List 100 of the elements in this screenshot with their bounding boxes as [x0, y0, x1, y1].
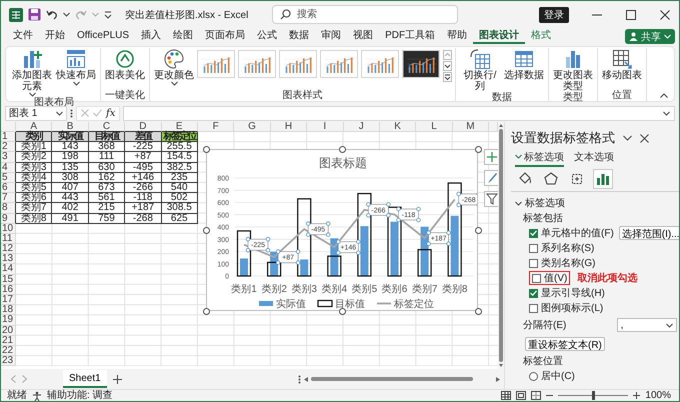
sign-in-button[interactable]: 登录 — [539, 6, 569, 22]
save-icon[interactable] — [28, 8, 41, 21]
row-header[interactable]: 12 — [1, 244, 16, 254]
ribbon-button[interactable]: 切换行/列 — [459, 48, 501, 92]
icon-tab[interactable] — [593, 168, 613, 188]
collapse-icon[interactable] — [660, 93, 668, 98]
pane-tab[interactable]: 标签选项 — [515, 150, 564, 166]
row-header[interactable]: 10 — [1, 224, 16, 234]
sheet-tab[interactable]: Sheet1 — [63, 370, 107, 388]
menu-tab[interactable]: OfficePLUS — [71, 29, 136, 44]
menu-tab[interactable]: 帮助 — [441, 29, 474, 44]
row-header[interactable]: 6 — [1, 182, 16, 194]
insert-function-button[interactable]: fx — [106, 108, 116, 118]
ribbon-button[interactable]: 更改图表类型 — [552, 48, 594, 92]
row-header[interactable]: 19 — [1, 315, 16, 326]
column-header[interactable]: G — [234, 122, 271, 132]
radio-button[interactable] — [529, 372, 538, 380]
zoom-out-icon[interactable] — [546, 392, 554, 399]
row-header[interactable]: 14 — [1, 264, 16, 275]
column-header[interactable]: K — [380, 122, 416, 132]
pane-tab[interactable]: 文本选项 — [574, 150, 614, 166]
chart-styles-button[interactable] — [484, 170, 498, 186]
row-header[interactable]: 16 — [1, 284, 16, 295]
row-header[interactable]: 11 — [1, 234, 16, 244]
column-header[interactable]: J — [344, 122, 380, 132]
checkbox[interactable] — [529, 244, 538, 252]
zoom-level[interactable]: 100% — [645, 390, 671, 401]
menu-tab[interactable]: 文件 — [7, 29, 39, 44]
row-header[interactable]: 18 — [1, 305, 16, 316]
customize-icon[interactable] — [104, 10, 112, 18]
chart-style-thumbnail[interactable] — [238, 50, 276, 78]
maximize-icon[interactable] — [626, 10, 636, 20]
row-header[interactable]: 21 — [1, 336, 16, 346]
checkbox[interactable] — [529, 228, 538, 238]
chart-elements-button[interactable] — [484, 149, 498, 165]
ribbon-button[interactable]: 添加图表元素 — [11, 48, 53, 97]
select-range-button[interactable]: 选择范围(I)... — [618, 226, 679, 240]
undo-icon[interactable] — [46, 8, 58, 20]
row-header[interactable]: 5 — [1, 172, 16, 183]
ribbon-button[interactable]: 更改颜色 — [153, 48, 195, 86]
menu-tab[interactable]: 数据 — [283, 29, 316, 44]
page-break-icon[interactable] — [531, 391, 542, 400]
row-header[interactable]: 9 — [1, 214, 16, 224]
checkbox[interactable] — [532, 274, 541, 282]
share-button[interactable]: 共享 — [625, 29, 675, 44]
row-header[interactable]: 23 — [1, 356, 16, 366]
reset-label-text-button[interactable]: 重设标签文本(R) — [525, 337, 605, 351]
column-header[interactable]: E — [162, 122, 198, 132]
zoom-in-icon[interactable] — [633, 392, 640, 399]
name-box[interactable]: 图表 1 — [5, 106, 67, 120]
row-header[interactable]: 13 — [1, 254, 16, 264]
chart-style-thumbnail[interactable] — [361, 50, 399, 78]
menu-tab[interactable]: 绘图 — [167, 29, 200, 44]
add-sheet-icon[interactable] — [112, 374, 122, 384]
column-header[interactable]: F — [198, 122, 234, 132]
scroll-right-icon[interactable] — [496, 376, 500, 382]
close-icon[interactable] — [640, 134, 649, 142]
menu-tab[interactable]: 开始 — [39, 29, 71, 44]
scroll-down-icon[interactable] — [499, 364, 503, 367]
scroll-up-icon[interactable] — [499, 124, 503, 127]
chart-style-thumbnail[interactable] — [197, 50, 235, 78]
scroll-left-icon[interactable] — [304, 376, 308, 382]
zoom-slider[interactable] — [558, 394, 628, 398]
row-header[interactable]: 4 — [1, 162, 16, 173]
ribbon-button[interactable]: 选择数据 — [503, 48, 545, 81]
column-header[interactable]: L — [416, 122, 453, 132]
chart-style-thumbnail[interactable] — [279, 50, 317, 78]
section-title[interactable]: 标签选项 — [525, 196, 565, 210]
checkbox[interactable] — [529, 288, 538, 298]
caret-icon[interactable] — [515, 200, 522, 206]
menu-tab[interactable]: PDF工具箱 — [379, 29, 442, 44]
chart-filters-button[interactable] — [484, 191, 498, 207]
menu-tab[interactable]: 插入 — [135, 29, 168, 44]
page-layout-icon[interactable] — [516, 391, 526, 400]
column-header[interactable]: C — [88, 122, 126, 132]
row-header[interactable]: 2 — [1, 142, 16, 152]
separator-dropdown[interactable]: , — [616, 318, 677, 332]
chart-style-thumbnail[interactable] — [402, 50, 440, 78]
more-icon[interactable] — [443, 72, 452, 82]
close-icon[interactable] — [660, 10, 670, 20]
caret-icon[interactable] — [623, 135, 632, 141]
row-header[interactable]: 20 — [1, 326, 16, 336]
formula-field[interactable] — [123, 106, 675, 120]
menu-tab[interactable]: 格式 — [525, 29, 558, 44]
checkbox[interactable] — [529, 258, 538, 268]
row-header[interactable]: 15 — [1, 274, 16, 285]
row-header[interactable]: 22 — [1, 346, 16, 356]
search-field[interactable]: 搜索 — [272, 5, 458, 24]
scrollbar[interactable] — [498, 122, 504, 369]
ribbon-button[interactable]: 移动图表 — [601, 48, 643, 81]
menu-tab[interactable]: 审阅 — [315, 29, 348, 44]
menu-tab[interactable]: 视图 — [347, 29, 380, 44]
menu-tab[interactable]: 公式 — [251, 29, 284, 44]
more-icon[interactable] — [298, 374, 301, 384]
column-header[interactable]: B — [52, 122, 89, 132]
row-header[interactable]: 7 — [1, 193, 16, 204]
row-header[interactable]: 8 — [1, 203, 16, 214]
normal-view-icon[interactable] — [501, 391, 512, 400]
chart-style-thumbnail[interactable] — [320, 50, 358, 78]
menu-tab[interactable]: 图表设计 — [473, 29, 526, 44]
